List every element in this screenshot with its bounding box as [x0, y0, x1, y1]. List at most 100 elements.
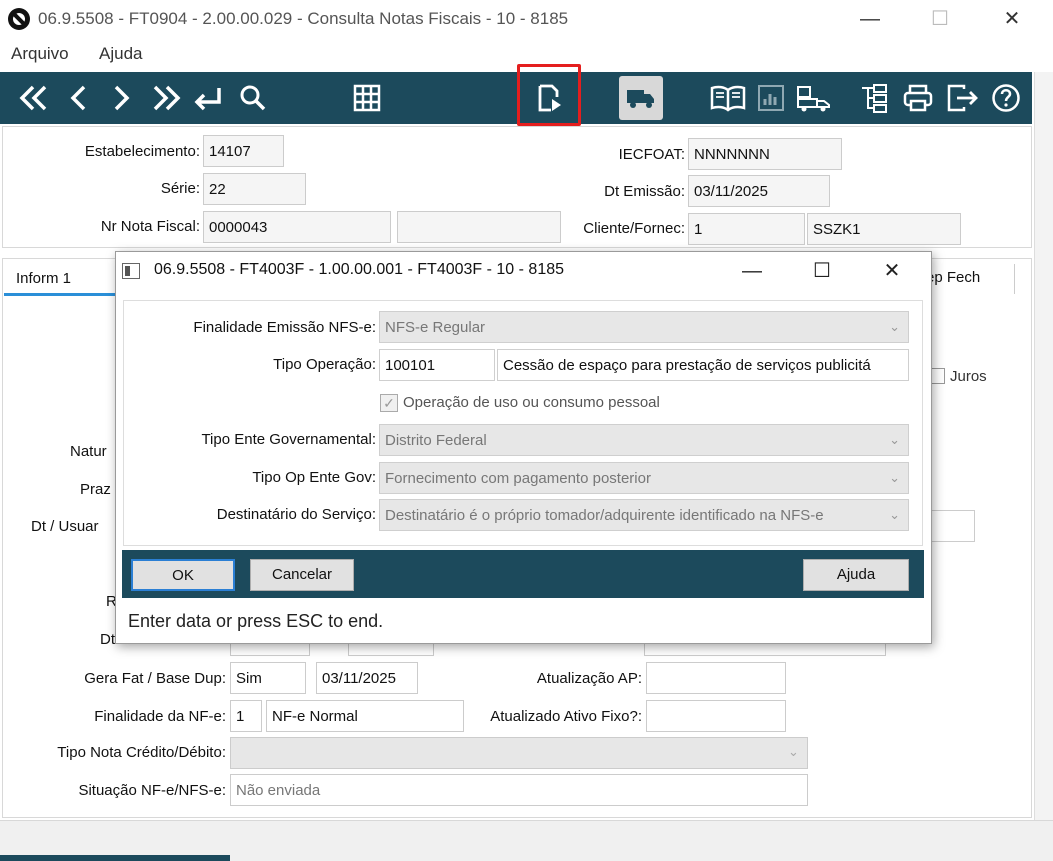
grid-icon[interactable] [350, 78, 384, 118]
praz-partial-label: Praz [80, 481, 111, 498]
destinatario-value: Destinatário é o próprio tomador/adquire… [385, 507, 824, 524]
tipo-nota-select[interactable] [230, 737, 808, 769]
dt-emissao-field[interactable]: 03/11/2025 [688, 175, 830, 207]
dialog-title: 06.9.5508 - FT4003F - 1.00.00.001 - FT40… [154, 261, 565, 278]
exit-icon[interactable] [944, 78, 982, 118]
delivery-icon[interactable] [794, 78, 834, 118]
atualizacao-ap-label: Atualização AP: [536, 670, 642, 687]
partial-field-c[interactable] [644, 644, 886, 656]
atualizado-ativo-field[interactable] [646, 700, 786, 732]
window-title: 06.9.5508 - FT0904 - 2.00.00.029 - Consu… [38, 9, 569, 28]
taskbar-edge [0, 855, 230, 861]
help-icon[interactable] [988, 78, 1024, 118]
first-icon[interactable] [16, 78, 52, 118]
tipo-operacao-code-field[interactable]: 100101 [379, 349, 495, 381]
tipo-operacao-desc-field[interactable]: Cessão de espaço para prestação de servi… [497, 349, 909, 381]
finalidade-emissao-value: NFS-e Regular [385, 319, 486, 336]
natur-partial-label: Natur [70, 443, 107, 460]
help-button[interactable]: Ajuda [803, 559, 909, 591]
iecfoat-field[interactable]: NNNNNNN [688, 138, 842, 170]
tab-partial-right[interactable]: ep Fech [926, 262, 1016, 294]
finalidade-emissao-select[interactable]: NFS-e Regular ⌄ [379, 311, 909, 343]
uso-consumo-checkbox[interactable]: ✓ [380, 394, 398, 412]
atualizacao-ap-field[interactable] [646, 662, 786, 694]
chevron-down-icon: ⌄ [889, 319, 900, 334]
app-logo-icon [8, 8, 30, 30]
situacao-field[interactable]: Não enviada [230, 774, 808, 806]
situacao-label: Situação NF-e/NFS-e: [78, 782, 226, 799]
ok-button[interactable]: OK [131, 559, 235, 591]
tree-icon[interactable] [856, 78, 892, 118]
toolbar [0, 72, 1032, 124]
finalidade-nfe-label: Finalidade da NF-e: [94, 708, 226, 725]
close-button[interactable]: ✕ [992, 4, 1032, 34]
chevron-down-icon: ⌄ [889, 432, 900, 447]
base-dup-field[interactable]: 03/11/2025 [316, 662, 418, 694]
tipo-ente-label: Tipo Ente Governamental: [201, 431, 376, 448]
juros-label: Juros [950, 368, 987, 385]
destinatario-label: Destinatário do Serviço: [216, 506, 376, 523]
dialog-titlebar: 06.9.5508 - FT4003F - 1.00.00.001 - FT40… [116, 252, 931, 290]
finalidade-emissao-label: Finalidade Emissão NFS-e: [193, 319, 376, 336]
finalidade-nfe-code-field[interactable]: 1 [230, 700, 262, 732]
report-icon[interactable] [756, 78, 786, 118]
cliente-label: Cliente/Fornec: [583, 220, 685, 237]
gera-fat-label: Gera Fat / Base Dup: [84, 670, 226, 687]
iecfoat-label: IECFOAT: [618, 146, 685, 163]
dialog-maximize-button[interactable]: ☐ [802, 256, 842, 286]
partial-field-a[interactable] [230, 644, 310, 656]
truck-icon[interactable] [619, 76, 663, 120]
finalidade-nfe-field[interactable]: NF-e Normal [266, 700, 464, 732]
tipo-ente-select[interactable]: Distrito Federal ⌄ [379, 424, 909, 456]
menu-file[interactable]: Arquivo [11, 44, 69, 64]
cancel-button[interactable]: Cancelar [250, 559, 354, 591]
nr-nota-extra-field[interactable] [397, 211, 561, 243]
cliente-name-field[interactable]: SSZK1 [807, 213, 961, 245]
serie-field[interactable]: 22 [203, 173, 306, 205]
prev-icon[interactable] [64, 78, 94, 118]
dialog-button-bar: OK Cancelar Ajuda [122, 550, 924, 598]
dt-emissao-label: Dt Emissão: [604, 183, 685, 200]
tipo-nota-label: Tipo Nota Crédito/Débito: [57, 744, 226, 761]
maximize-button[interactable]: ☐ [920, 4, 960, 34]
tipo-op-ente-label: Tipo Op Ente Gov: [252, 469, 376, 486]
dialog-minimize-button[interactable]: — [732, 256, 772, 286]
atualizado-ativo-label: Atualizado Ativo Fixo?: [490, 708, 642, 725]
window-titlebar: 06.9.5508 - FT0904 - 2.00.00.029 - Consu… [0, 0, 1053, 38]
chevron-down-icon: ⌄ [889, 470, 900, 485]
book-icon[interactable] [708, 78, 748, 118]
chevron-down-icon: ⌄ [788, 744, 799, 759]
tipo-operacao-label: Tipo Operação: [273, 356, 376, 373]
uso-consumo-label: Operação de uso ou consumo pessoal [403, 394, 660, 411]
minimize-button[interactable]: — [850, 4, 890, 34]
partial-field-right[interactable] [930, 510, 975, 542]
dialog-close-button[interactable]: ✕ [872, 256, 912, 286]
right-scroll-edge [1034, 72, 1053, 861]
tab-inform-1[interactable]: Inform 1 [4, 262, 116, 296]
return-icon[interactable] [190, 78, 226, 118]
chevron-down-icon: ⌄ [889, 507, 900, 522]
search-icon[interactable] [236, 78, 270, 118]
tab-separator [1014, 264, 1015, 294]
nfse-dialog: 06.9.5508 - FT4003F - 1.00.00.001 - FT40… [115, 251, 932, 644]
highlight-box [517, 64, 581, 126]
status-bar: Enter data or press ESC to end. [128, 611, 384, 631]
partial-field-b[interactable] [348, 644, 434, 656]
last-icon[interactable] [148, 78, 184, 118]
next-icon[interactable] [106, 78, 136, 118]
serie-label: Série: [160, 180, 200, 197]
tipo-op-ente-select[interactable]: Fornecimento com pagamento posterior ⌄ [379, 462, 909, 494]
destinatario-select[interactable]: Destinatário é o próprio tomador/adquire… [379, 499, 909, 531]
window-icon [122, 263, 140, 279]
estabelecimento-field[interactable]: 14107 [203, 135, 284, 167]
tipo-ente-value: Distrito Federal [385, 432, 487, 449]
cliente-code-field[interactable]: 1 [688, 213, 805, 245]
gera-fat-field[interactable]: Sim [230, 662, 306, 694]
nr-nota-label: Nr Nota Fiscal: [100, 218, 200, 235]
print-icon[interactable] [900, 78, 936, 118]
tipo-op-ente-value: Fornecimento com pagamento posterior [385, 470, 651, 487]
nr-nota-field[interactable]: 0000043 [203, 211, 391, 243]
menu-help[interactable]: Ajuda [99, 44, 142, 64]
dt-usuar-partial-label: Dt / Usuar [31, 518, 99, 535]
estabelecimento-label: Estabelecimento: [84, 143, 200, 160]
